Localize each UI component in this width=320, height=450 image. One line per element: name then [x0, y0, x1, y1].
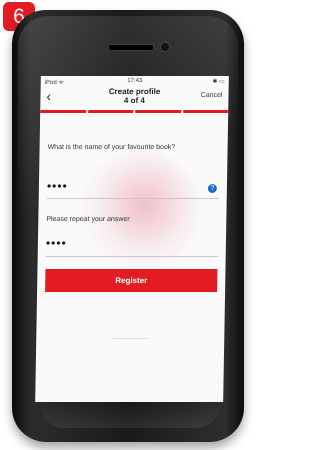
status-time: 17:43 [127, 78, 143, 84]
answer-field-underline [46, 198, 219, 199]
phone-bottom-shine [40, 404, 220, 428]
cancel-button[interactable]: Cancel [201, 92, 223, 99]
repeat-answer-label: Please repeat your answer [46, 216, 130, 223]
background-flower-image [77, 151, 200, 271]
security-answer-field[interactable]: •••• [47, 179, 68, 193]
progress-step-2 [87, 110, 134, 113]
progress-step-4 [182, 110, 229, 113]
progress-step-3 [135, 110, 181, 113]
speaker-grille [108, 44, 154, 51]
phone-screen: iPod ᯤ 17:43 ✱ ▭ ‹ Create profile 4 of 4… [35, 76, 229, 402]
status-bar: iPod ᯤ 17:43 ✱ ▭ [41, 76, 229, 86]
repeat-answer-field[interactable]: •••• [46, 236, 67, 250]
home-indicator [112, 338, 149, 339]
register-button[interactable]: Register [45, 269, 218, 292]
battery-icon: ✱ ▭ [212, 79, 225, 85]
help-icon[interactable]: ? [207, 184, 217, 193]
progress-step-1 [40, 110, 86, 113]
nav-bar: ‹ Create profile 4 of 4 Cancel [40, 86, 228, 108]
security-question-label: What is the name of your favourite book? [47, 144, 176, 151]
front-camera [160, 42, 170, 52]
repeat-field-underline [45, 256, 218, 257]
progress-bar [40, 110, 229, 113]
